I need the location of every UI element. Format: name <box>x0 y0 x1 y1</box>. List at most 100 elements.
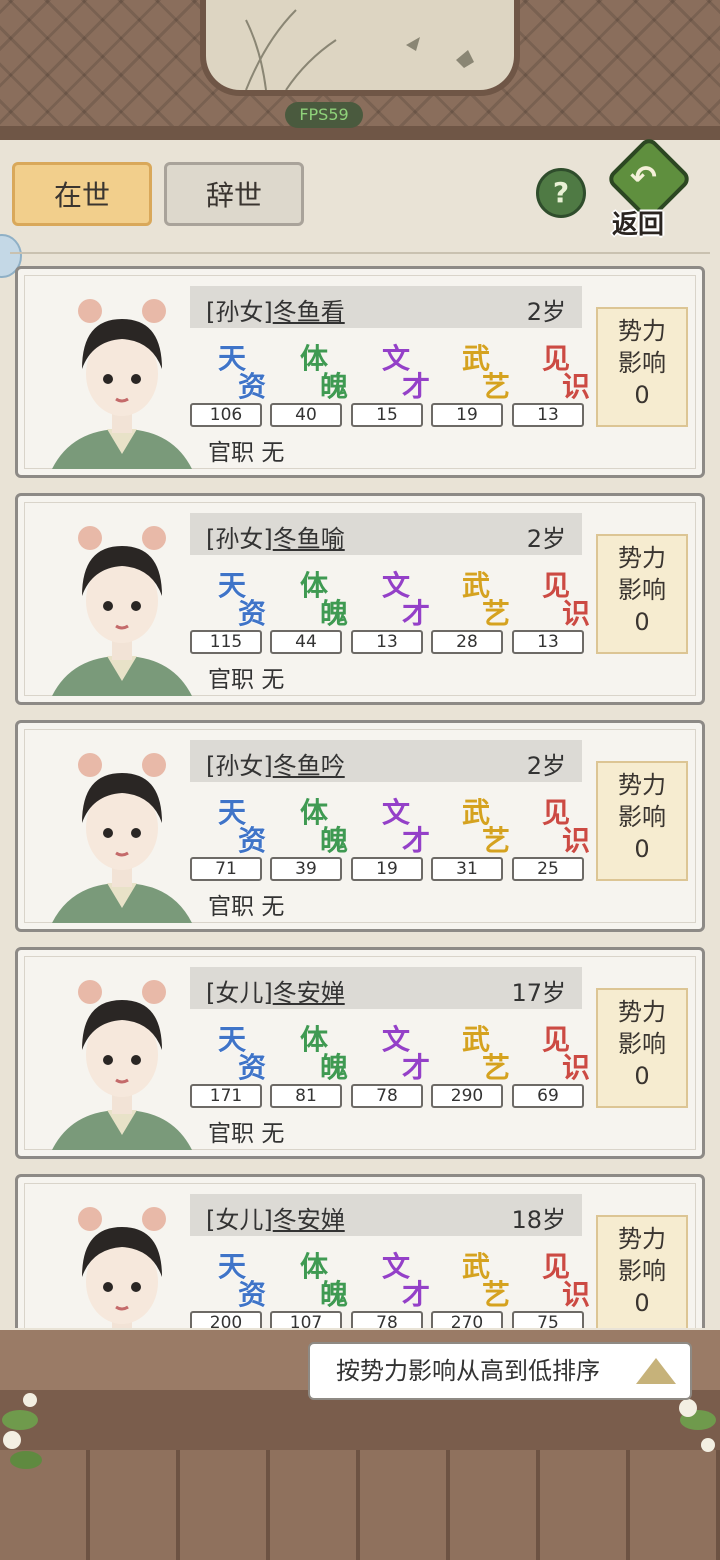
stat-wu-value: 19 <box>431 403 503 427</box>
stat-tian-icon: 天 资 <box>214 1018 274 1084</box>
stat-wu-value: 31 <box>431 857 503 881</box>
influence-label-2: 影响 <box>618 576 666 604</box>
member-card[interactable]: [孙女]冬鱼吟 2岁 天 资 71 体 魄 39 文 才 19 武 艺 31 见… <box>15 720 705 932</box>
member-relation: [孙女] <box>206 298 273 326</box>
stat-tian-value: 71 <box>190 857 262 881</box>
back-arrow-icon: ↶ <box>630 158 657 196</box>
influence-label-1: 势力 <box>618 771 666 799</box>
influence-box[interactable]: 势力 影响 0 <box>596 761 688 881</box>
influence-label-2: 影响 <box>618 803 666 831</box>
stat-wen-value: 15 <box>351 403 423 427</box>
member-name[interactable]: [孙女]冬鱼看 <box>206 292 345 327</box>
office-label: 官职 <box>208 1121 254 1147</box>
stat-label-bottom: 魄 <box>320 824 349 857</box>
portrait-avatar[interactable] <box>52 960 192 1150</box>
influence-box[interactable]: 势力 影响 0 <box>596 534 688 654</box>
influence-value: 0 <box>634 1062 650 1090</box>
member-age: 2岁 <box>526 752 566 780</box>
member-name[interactable]: [孙女]冬鱼喻 <box>206 519 345 554</box>
back-button[interactable]: ↶ 返回 <box>605 135 693 240</box>
influence-value: 0 <box>634 608 650 636</box>
stat-wu-icon: 武 艺 <box>458 337 518 403</box>
member-card[interactable]: [女儿]冬安婵 18岁 天 资 200 体 魄 107 文 才 78 武 艺 2… <box>15 1174 705 1328</box>
stat-label-bottom: 识 <box>562 370 591 403</box>
back-label: 返回 <box>612 210 665 240</box>
stat-ti-icon: 体 魄 <box>296 564 356 630</box>
stat-ti-value: 40 <box>270 403 342 427</box>
stat-wen-value: 78 <box>351 1311 423 1328</box>
flower-decor-right <box>679 1399 716 1452</box>
stat-label-bottom: 才 <box>402 597 431 630</box>
member-card[interactable]: [孙女]冬鱼喻 2岁 天 资 115 体 魄 44 文 才 13 武 艺 28 … <box>15 493 705 705</box>
office-text: 官职 无 <box>208 1114 284 1148</box>
stat-wu-icon: 武 艺 <box>458 791 518 857</box>
office-value: 无 <box>261 440 285 466</box>
stat-jian-icon: 见 识 <box>538 337 598 403</box>
member-given-name[interactable]: 冬鱼喻 <box>273 525 345 553</box>
member-relation: [女儿] <box>206 1206 273 1234</box>
stat-label-bottom: 才 <box>402 1278 431 1311</box>
stat-tian-value: 200 <box>190 1311 262 1328</box>
help-icon[interactable]: ? <box>536 168 586 218</box>
fps-counter: FPS59 <box>285 102 363 128</box>
portrait-avatar[interactable] <box>52 733 192 923</box>
influence-label-1: 势力 <box>618 1225 666 1253</box>
stat-wu-icon: 武 艺 <box>458 564 518 630</box>
stat-ti-value: 81 <box>270 1084 342 1108</box>
portrait-avatar[interactable] <box>52 279 192 469</box>
stat-wu-icon: 武 艺 <box>458 1018 518 1084</box>
member-given-name[interactable]: 冬鱼吟 <box>273 752 345 780</box>
tab-alive[interactable]: 在世 <box>12 162 152 226</box>
stat-ti-value: 39 <box>270 857 342 881</box>
stat-wen-icon: 文 才 <box>378 791 438 857</box>
name-bar: [孙女]冬鱼喻 2岁 <box>190 513 582 555</box>
family-member-list[interactable]: [孙女]冬鱼看 2岁 天 资 106 体 魄 40 文 才 15 武 艺 19 … <box>0 266 720 1328</box>
stat-jian-value: 13 <box>512 403 584 427</box>
header-divider <box>10 252 710 254</box>
influence-box[interactable]: 势力 影响 0 <box>596 988 688 1108</box>
office-text: 官职 无 <box>208 660 284 694</box>
member-name[interactable]: [孙女]冬鱼吟 <box>206 746 345 781</box>
stat-label-bottom: 艺 <box>482 1278 511 1311</box>
member-name[interactable]: [女儿]冬安婵 <box>206 1200 345 1235</box>
stat-tian-icon: 天 资 <box>214 337 274 403</box>
name-bar: [孙女]冬鱼看 2岁 <box>190 286 582 328</box>
stat-label-bottom: 才 <box>402 824 431 857</box>
stat-ti-value: 107 <box>270 1311 342 1328</box>
stat-label-bottom: 艺 <box>482 370 511 403</box>
member-given-name[interactable]: 冬安婵 <box>273 1206 345 1234</box>
stat-tian-value: 115 <box>190 630 262 654</box>
influence-box[interactable]: 势力 影响 0 <box>596 307 688 427</box>
influence-label-2: 影响 <box>618 1257 666 1285</box>
stat-tian-icon: 天 资 <box>214 564 274 630</box>
portrait-avatar[interactable] <box>52 1187 192 1328</box>
stat-label-bottom: 艺 <box>482 824 511 857</box>
stat-tian-icon: 天 资 <box>214 791 274 857</box>
member-relation: [孙女] <box>206 525 273 553</box>
member-relation: [女儿] <box>206 979 273 1007</box>
stat-label-bottom: 才 <box>402 1051 431 1084</box>
member-given-name[interactable]: 冬安婵 <box>273 979 345 1007</box>
stat-jian-icon: 见 识 <box>538 1245 598 1311</box>
influence-box[interactable]: 势力 影响 0 <box>596 1215 688 1328</box>
stat-jian-value: 25 <box>512 857 584 881</box>
stat-tian-icon: 天 资 <box>214 1245 274 1311</box>
stat-wu-value: 270 <box>431 1311 503 1328</box>
portrait-avatar[interactable] <box>52 506 192 696</box>
tab-deceased[interactable]: 辞世 <box>164 162 304 226</box>
member-given-name[interactable]: 冬鱼看 <box>273 298 345 326</box>
office-value: 无 <box>261 667 285 693</box>
stat-tian-value: 106 <box>190 403 262 427</box>
ink-painting-decor <box>200 0 520 96</box>
stat-ti-icon: 体 魄 <box>296 1018 356 1084</box>
member-age: 2岁 <box>526 298 566 326</box>
member-card[interactable]: [女儿]冬安婵 17岁 天 资 171 体 魄 81 文 才 78 武 艺 29… <box>15 947 705 1159</box>
stat-label-bottom: 才 <box>402 370 431 403</box>
name-bar: [孙女]冬鱼吟 2岁 <box>190 740 582 782</box>
sort-button[interactable]: 按势力影响从高到低排序 <box>308 1342 692 1400</box>
member-name[interactable]: [女儿]冬安婵 <box>206 973 345 1008</box>
sort-button-label: 按势力影响从高到低排序 <box>336 1357 600 1385</box>
member-card[interactable]: [孙女]冬鱼看 2岁 天 资 106 体 魄 40 文 才 15 武 艺 19 … <box>15 266 705 478</box>
stat-ti-icon: 体 魄 <box>296 791 356 857</box>
office-text: 官职 无 <box>208 887 284 921</box>
